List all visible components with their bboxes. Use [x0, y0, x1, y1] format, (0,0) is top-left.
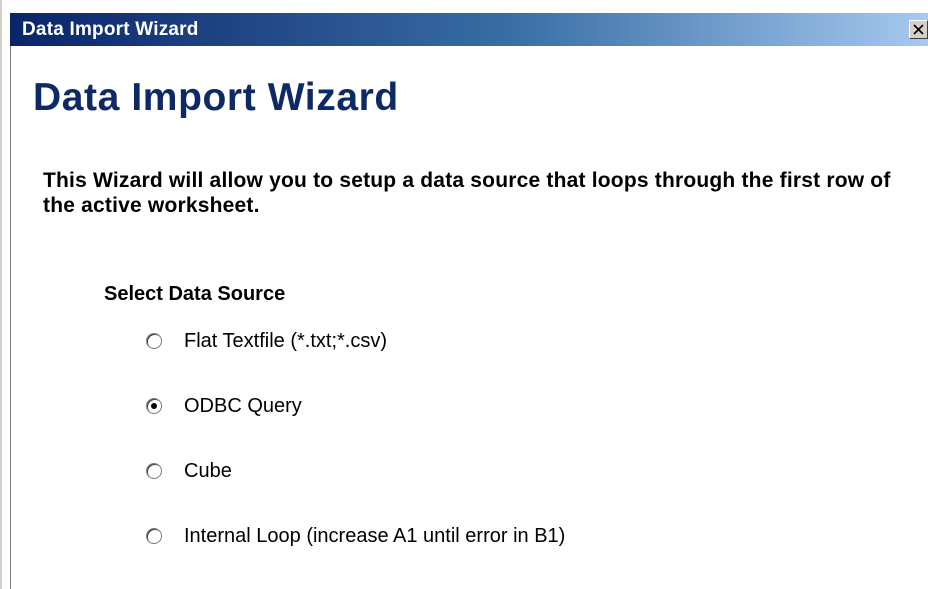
radio-selected-dot	[151, 403, 157, 409]
radio-button-cube[interactable]	[146, 463, 162, 479]
radio-label-odbc-query: ODBC Query	[184, 394, 302, 417]
title-bar[interactable]: Data Import Wizard	[10, 13, 928, 46]
window-title: Data Import Wizard	[22, 19, 199, 40]
radio-button-odbc-query[interactable]	[146, 398, 162, 414]
close-button[interactable]	[909, 20, 928, 39]
radio-option-cube[interactable]: Cube	[146, 458, 232, 484]
page-title: Data Import Wizard	[33, 76, 399, 119]
close-icon	[913, 24, 924, 35]
wizard-description: This Wizard will allow you to setup a da…	[43, 169, 891, 217]
radio-label-internal-loop: Internal Loop (increase A1 until error i…	[184, 524, 566, 547]
radio-button-flat-textfile[interactable]	[146, 333, 162, 349]
radio-option-internal-loop[interactable]: Internal Loop (increase A1 until error i…	[146, 523, 565, 549]
radio-button-internal-loop[interactable]	[146, 528, 162, 544]
radio-label-cube: Cube	[184, 459, 232, 482]
select-data-source-label: Select Data Source	[104, 283, 286, 305]
wizard-content: Data Import Wizard This Wizard will allo…	[10, 46, 928, 589]
radio-label-flat-textfile: Flat Textfile (*.txt;*.csv)	[184, 329, 388, 352]
radio-option-flat-textfile[interactable]: Flat Textfile (*.txt;*.csv)	[146, 328, 387, 354]
wizard-window: Data Import Wizard Data Import Wizard Th…	[0, 0, 928, 589]
radio-option-odbc-query[interactable]: ODBC Query	[146, 393, 302, 419]
